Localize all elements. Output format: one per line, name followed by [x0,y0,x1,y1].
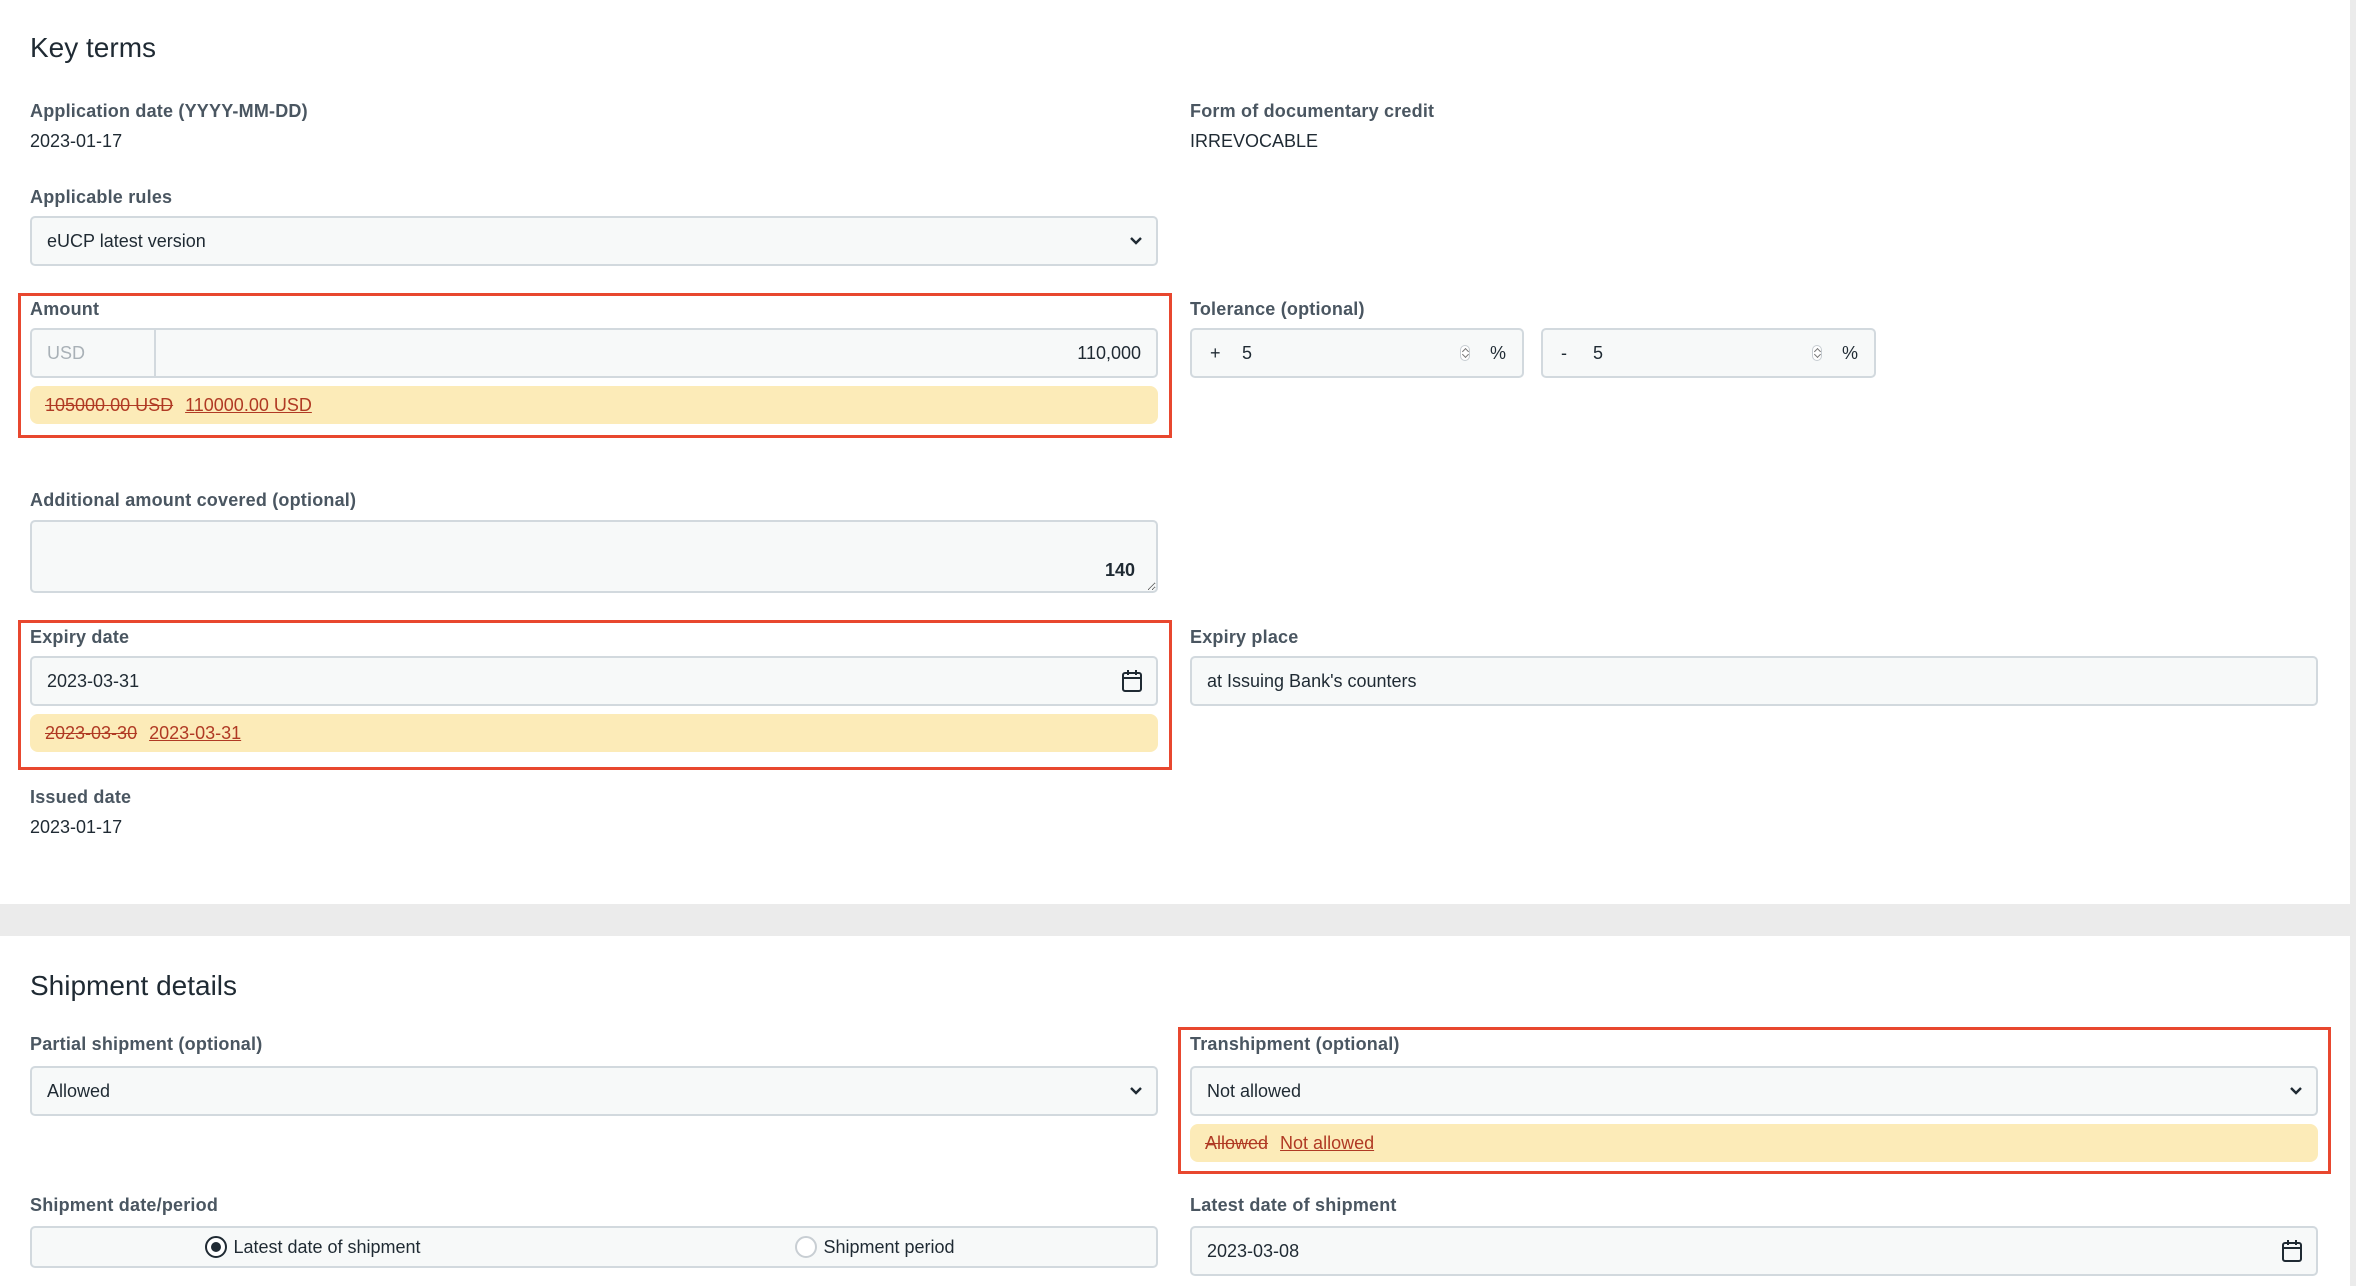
chevron-down-icon [2276,1086,2316,1096]
issued-date-value: 2023-01-17 [30,817,123,837]
expiry-date-new-value: 2023-03-31 [149,722,242,743]
expiry-place-input[interactable]: at Issuing Bank's counters [1190,656,2318,706]
key-terms-card: Key terms Application date (YYYY-MM-DD) … [0,0,2350,904]
spinner-icon[interactable] [1459,345,1470,361]
plus-sign: + [1210,342,1221,363]
form-of-credit-value: IRREVOCABLE [1190,131,1319,151]
radio-label: Shipment period [823,1236,955,1257]
chevron-down-icon [1116,236,1156,246]
expiry-date-value: 2023-03-31 [47,670,140,691]
amount-old-value: 105000.00 USD [45,394,174,415]
radio-latest-date-of-shipment[interactable]: Latest date of shipment [32,1228,594,1266]
transhipment-old-value: Allowed [1205,1132,1269,1153]
radio-selected-icon [205,1236,228,1258]
latest-date-label: Latest date of shipment [1190,1195,1397,1215]
transhipment-select[interactable]: Not allowed [1190,1066,2318,1116]
tolerance-plus-input[interactable]: + 5 % [1190,328,1524,378]
applicable-rules-label: Applicable rules [30,187,173,207]
transhipment-value: Not allowed [1207,1080,1302,1101]
key-terms-title: Key terms [30,32,157,63]
minus-sign: - [1561,342,1567,363]
spinner-icon[interactable] [1811,345,1822,361]
applicable-rules-value: eUCP latest version [47,230,206,251]
expiry-date-diff: 2023-03-30 2023-03-31 [30,714,1158,752]
calendar-icon[interactable] [2268,1239,2316,1263]
partial-shipment-label: Partial shipment (optional) [30,1034,263,1054]
transhipment-new-value: Not allowed [1280,1132,1375,1153]
amount-new-value: 110000.00 USD [185,394,312,415]
additional-amount-label: Additional amount covered (optional) [30,490,357,510]
tolerance-minus-input[interactable]: - 5 % [1541,328,1876,378]
tolerance-label: Tolerance (optional) [1190,299,1365,319]
percent-unit: % [1489,342,1506,363]
radio-label: Latest date of shipment [233,1236,421,1257]
radio-unselected-icon [795,1236,818,1258]
form-of-credit-label: Form of documentary credit [1190,101,1435,121]
shipment-details-title: Shipment details [30,970,238,1001]
currency-input[interactable]: USD [32,330,156,376]
shipment-date-period-label: Shipment date/period [30,1195,219,1215]
expiry-date-label: Expiry date [30,627,130,647]
expiry-place-value: at Issuing Bank's counters [1207,670,1417,691]
expiry-date-input[interactable]: 2023-03-31 [30,656,1158,706]
shipment-date-period-radio-group: Latest date of shipment Shipment period [30,1226,1158,1268]
char-counter: 140 [1105,560,1136,580]
radio-shipment-period[interactable]: Shipment period [594,1228,1156,1266]
expiry-date-old-value: 2023-03-30 [45,722,138,743]
amount-label: Amount [30,299,100,319]
application-date-label: Application date (YYYY-MM-DD) [30,101,308,121]
percent-unit: % [1841,342,1858,363]
calendar-icon[interactable] [1108,669,1156,693]
transhipment-diff: Allowed Not allowed [1190,1124,2318,1162]
applicable-rules-select[interactable]: eUCP latest version [30,216,1158,266]
issued-date-label: Issued date [30,787,132,807]
expiry-place-label: Expiry place [1190,627,1299,647]
application-date-value: 2023-01-17 [30,131,123,151]
latest-date-value: 2023-03-08 [1207,1240,1300,1261]
shipment-details-card: Shipment details Partial shipment (optio… [0,936,2350,1286]
transhipment-label: Transhipment (optional) [1190,1034,1400,1054]
partial-shipment-value: Allowed [47,1080,111,1101]
chevron-down-icon [1116,1086,1156,1096]
amount-diff: 105000.00 USD 110000.00 USD [30,386,1158,424]
latest-date-input[interactable]: 2023-03-08 [1190,1226,2318,1276]
additional-amount-textarea[interactable] [30,520,1158,593]
amount-input[interactable]: 110,000 [156,343,1156,364]
tolerance-minus-value: 5 [1593,342,1604,363]
amount-field: USD 110,000 [30,328,1158,378]
tolerance-plus-value: 5 [1242,342,1253,363]
partial-shipment-select[interactable]: Allowed [30,1066,1158,1116]
